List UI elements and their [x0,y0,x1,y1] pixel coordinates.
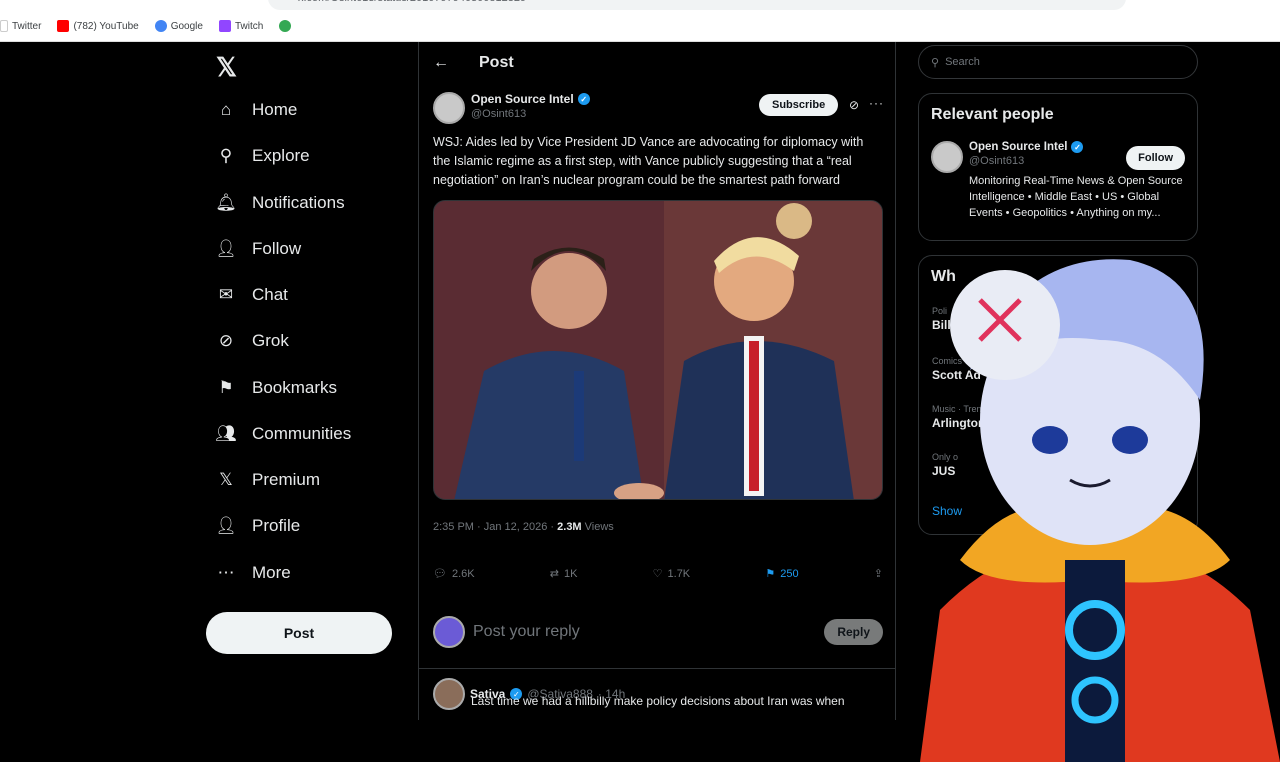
browser-chrome: x.com/Osint613/status/201079794030081232… [0,0,1280,42]
nav-notifications[interactable]: 🔔︎ Notifications [215,185,344,221]
page-title: Post [479,54,514,71]
follow-button[interactable]: Follow [1126,146,1185,170]
bookmark-youtube[interactable]: (782) YouTube [57,20,139,32]
profile-icon: 👤︎ [215,516,237,535]
add-user-icon: 👤︎ [215,239,237,258]
bell-icon: 🔔︎ [215,193,237,212]
bookmark-twitter[interactable]: Twitter [0,20,41,32]
back-arrow-icon[interactable]: ← [433,54,449,72]
tweet-image[interactable] [433,200,883,500]
search-icon: ⚲ [219,146,233,165]
youtube-icon [57,20,70,32]
vtuber-avatar-overlay [920,259,1280,762]
relevant-handle[interactable]: @Osint613 [969,155,1083,167]
google-icon [279,20,292,32]
google-icon [154,20,167,32]
nav-grok[interactable]: ⊘ Grok [216,323,289,359]
tweet-meta: 2:35 PM · Jan 12, 2026 · 2.3M Views [433,521,614,533]
avatar [433,616,465,648]
repost-icon: ⇄ [549,568,559,580]
share-action[interactable]: ⇪ [874,567,883,580]
bookmark-google-2[interactable] [279,20,292,32]
communities-icon: 👥︎ [215,424,237,443]
sidebar: 𝕏 ⌂ Home ⚲ Explore 🔔︎ Notifications 👤︎ Follo… [206,42,416,720]
divider [419,668,895,669]
avatar[interactable] [931,141,963,173]
main-column: ← Post Open Source Intel ✓ @Osint613 Subs… [418,42,896,720]
nav-explore[interactable]: ⚲ Explore [216,138,310,174]
url-bar[interactable]: x.com/Osint613/status/201079794030081232… [268,0,1126,10]
bookmark-icon: ⚑ [218,378,234,397]
like-action[interactable]: ♡ 1.7K [652,567,691,581]
relevant-people-panel: Relevant people Open Source Intel ✓ @Osin… [918,93,1198,241]
nav-communities[interactable]: 👥︎ Communities [215,416,351,452]
author-name[interactable]: Open Source Intel ✓ [471,92,590,106]
more-circle-icon: ⋯ [217,563,235,582]
avatar[interactable] [433,678,465,710]
twitter-icon [0,20,8,32]
share-icon: ⇪ [873,568,883,580]
mail-icon: ✉ [218,285,234,304]
photo-illustration [434,201,882,499]
nav-bookmarks[interactable]: ⚑ Bookmarks [216,370,337,406]
reply-input[interactable]: Post your reply [473,623,580,641]
twitch-icon [218,20,231,32]
grok-icon: ⊘ [218,331,234,350]
reply-box: Post your reply Reply [433,614,883,650]
verified-icon: ✓ [1071,141,1084,153]
grok-icon[interactable]: ⊘ [849,98,859,112]
bookmark-twitch[interactable]: Twitch [218,20,263,32]
more-icon[interactable]: ··· [869,96,884,110]
reply-button[interactable]: Reply [824,619,883,645]
nav-profile[interactable]: 👤︎ Profile [215,508,300,544]
comment: Sativa ✓ @Sativa888 · 14h Last time we h… [433,678,883,710]
repost-action[interactable]: ⇄ 1K [549,567,578,581]
bookmark-action[interactable]: ⚑ 250 [765,567,798,581]
relevant-bio: Monitoring Real-Time News & Open Source … [969,175,1183,219]
bookmark-filled-icon: ⚑ [765,568,776,580]
panel-title: Relevant people [931,106,1054,123]
bookmarks-bar: Twitter (782) YouTube Google Twitch [0,18,307,34]
search-icon: ⚲ [931,56,940,69]
subscribe-button[interactable]: Subscribe [759,94,839,116]
tweet-author: Open Source Intel ✓ @Osint613 Subscribe ⊘… [433,92,883,124]
search-input[interactable]: ⚲ Search [918,45,1198,79]
verified-icon: ✓ [577,93,590,105]
comment-text: Last time we had a hillbilly make policy… [471,694,845,708]
author-handle[interactable]: @Osint613 [471,108,590,120]
home-icon: ⌂ [220,100,232,119]
nav-premium[interactable]: 𝕏 Premium [216,462,320,498]
nav-more[interactable]: ⋯ More [216,555,291,591]
post-header: ← Post [419,42,895,84]
tweet: Open Source Intel ✓ @Osint613 Subscribe ⊘… [433,92,883,533]
x-logo-icon[interactable]: 𝕏 [216,52,237,83]
post-button[interactable]: Post [206,612,392,654]
tweet-text: WSJ: Aides led by Vice President JD Vanc… [433,135,864,187]
bookmark-google[interactable]: Google [154,20,203,32]
relevant-name[interactable]: Open Source Intel ✓ [969,141,1084,153]
tweet-actions: 💬︎ 2.6K ⇄ 1K ♡ 1.7K ⚑ 250 ⇪ [433,567,883,581]
x-app: 𝕏 ⌂ Home ⚲ Explore 🔔︎ Notifications 👤︎ Follo… [0,42,1280,762]
views-count: 2.3M [557,521,582,533]
reply-icon: 💬︎ [433,568,447,580]
avatar[interactable] [433,92,465,124]
heart-icon: ♡ [652,568,663,580]
x-premium-icon: 𝕏 [219,470,233,489]
nav-home[interactable]: ⌂ Home [216,92,298,128]
nav-follow[interactable]: 👤︎ Follow [215,231,301,267]
reply-action[interactable]: 💬︎ 2.6K [433,567,475,581]
nav-chat[interactable]: ✉ Chat [216,277,288,313]
